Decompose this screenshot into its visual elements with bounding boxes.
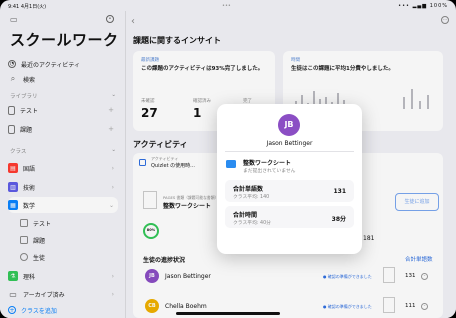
- avatar: JB: [278, 114, 300, 136]
- row-value: 131: [333, 188, 346, 195]
- folder-icon: [226, 160, 236, 168]
- row-sub: クラス平均: 140: [233, 195, 270, 200]
- row-value: 38分: [331, 216, 346, 223]
- divider: [225, 151, 354, 152]
- row-title: 合計時間: [233, 212, 258, 219]
- row-title: 合計単語数: [233, 186, 264, 193]
- student-popover: JB Jason Bettinger 整数ワークシート まだ提出されていません …: [217, 104, 362, 254]
- popover-doc-status: まだ提出されていません: [243, 169, 296, 174]
- row-sub: クラス平均: 40分: [233, 221, 271, 226]
- popover-doc-title[interactable]: 整数ワークシート: [243, 158, 291, 167]
- ipad-screen: 9:41 4月1日(火) ••• ••• ▂▄▆ 100% ▭ • スクールワー…: [0, 0, 456, 318]
- home-indicator: [176, 312, 280, 315]
- total-time-row: 合計時間 クラス平均: 40分 38分: [225, 206, 354, 228]
- popover-student-name: Jason Bettinger: [266, 140, 313, 147]
- total-words-row: 合計単語数 クラス平均: 140 131: [225, 180, 354, 202]
